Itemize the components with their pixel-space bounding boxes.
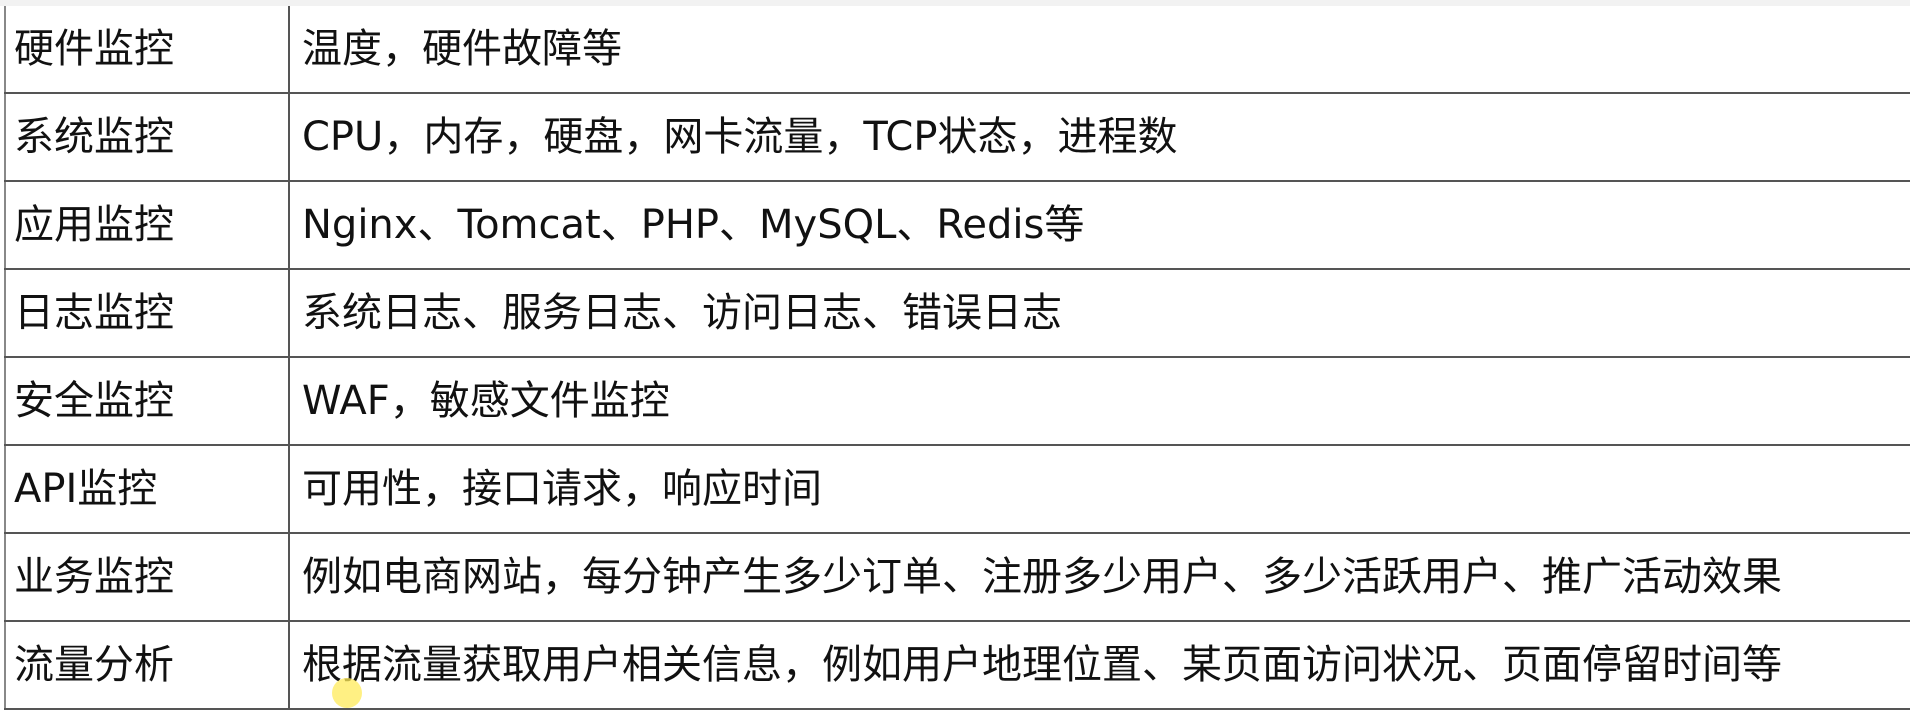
description-cell: 温度，硬件故障等 bbox=[289, 6, 1910, 94]
table-row: 安全监控 WAF，敏感文件监控 bbox=[4, 356, 1910, 446]
category-cell: 系统监控 bbox=[4, 92, 290, 182]
description-cell: Nginx、Tomcat、PHP、MySQL、Redis等 bbox=[289, 180, 1910, 270]
table-row: 业务监控 例如电商网站，每分钟产生多少订单、注册多少用户、多少活跃用户、推广活动… bbox=[4, 532, 1910, 622]
description-cell: CPU，内存，硬盘，网卡流量，TCP状态，进程数 bbox=[289, 92, 1910, 182]
table-row: 硬件监控 温度，硬件故障等 bbox=[4, 6, 1910, 94]
cursor-highlight-icon bbox=[332, 678, 362, 708]
description-cell: 可用性，接口请求，响应时间 bbox=[289, 444, 1910, 534]
description-cell: WAF，敏感文件监控 bbox=[289, 356, 1910, 446]
monitoring-table: 硬件监控 温度，硬件故障等 系统监控 CPU，内存，硬盘，网卡流量，TCP状态，… bbox=[4, 6, 1910, 710]
table-row: 日志监控 系统日志、服务日志、访问日志、错误日志 bbox=[4, 268, 1910, 358]
document-page: 硬件监控 温度，硬件故障等 系统监控 CPU，内存，硬盘，网卡流量，TCP状态，… bbox=[0, 0, 1910, 710]
category-cell: 流量分析 bbox=[4, 620, 290, 710]
table-row: 系统监控 CPU，内存，硬盘，网卡流量，TCP状态，进程数 bbox=[4, 92, 1910, 182]
table-row: 流量分析 根据流量获取用户相关信息，例如用户地理位置、某页面访问状况、页面停留时… bbox=[4, 620, 1910, 710]
category-cell: 日志监控 bbox=[4, 268, 290, 358]
table-row: 应用监控 Nginx、Tomcat、PHP、MySQL、Redis等 bbox=[4, 180, 1910, 270]
category-cell: 硬件监控 bbox=[4, 6, 290, 94]
category-cell: 应用监控 bbox=[4, 180, 290, 270]
category-cell: API监控 bbox=[4, 444, 290, 534]
description-cell: 根据流量获取用户相关信息，例如用户地理位置、某页面访问状况、页面停留时间等 bbox=[289, 620, 1910, 710]
category-cell: 业务监控 bbox=[4, 532, 290, 622]
table-row: API监控 可用性，接口请求，响应时间 bbox=[4, 444, 1910, 534]
description-cell: 系统日志、服务日志、访问日志、错误日志 bbox=[289, 268, 1910, 358]
description-cell: 例如电商网站，每分钟产生多少订单、注册多少用户、多少活跃用户、推广活动效果 bbox=[289, 532, 1910, 622]
category-cell: 安全监控 bbox=[4, 356, 290, 446]
